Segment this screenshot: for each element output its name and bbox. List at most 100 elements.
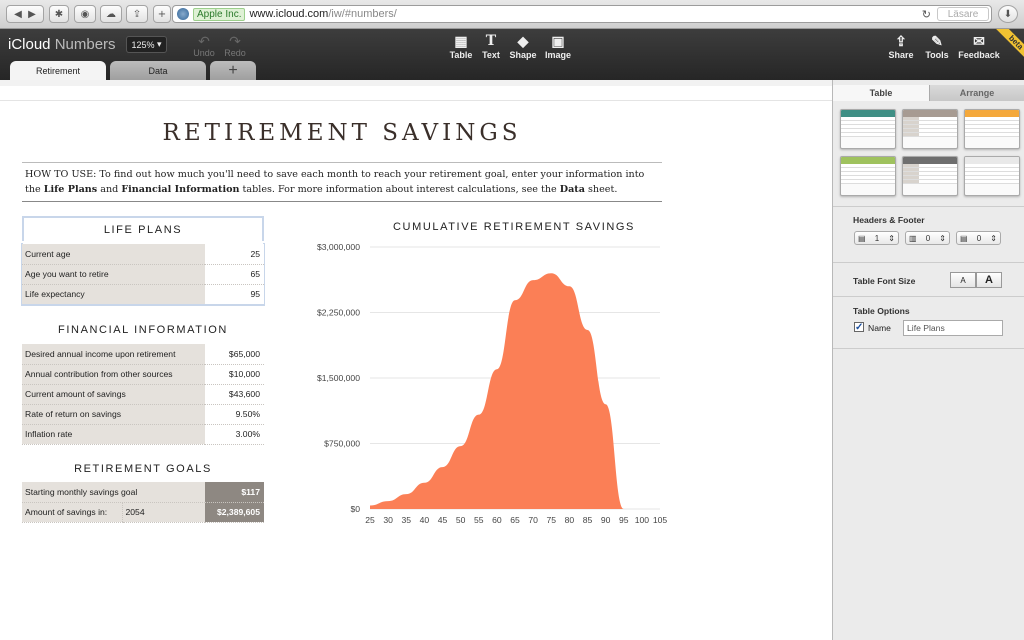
row-label[interactable]: Starting monthly savings goal [22, 482, 205, 503]
history-button[interactable]: ◉ [74, 5, 96, 23]
table-row[interactable]: Rate of return on savings 9.50% [22, 404, 264, 425]
cloud-icon: ☁ [106, 8, 116, 20]
cell-value[interactable]: 3.00% [205, 424, 264, 445]
how-to-text[interactable]: HOW TO USE: To find out how much you'll … [22, 162, 662, 202]
stepper-arrows-icon: ⇕ [888, 233, 895, 243]
new-tab-button[interactable]: + [153, 5, 171, 23]
table-name-input[interactable] [903, 320, 1003, 336]
reader-button[interactable]: Läsare [937, 7, 989, 21]
style-header [841, 157, 895, 164]
tools-label: Tools [925, 50, 949, 60]
footer-rows-stepper[interactable]: ▤ 0 ⇕ [956, 231, 1001, 245]
row-label[interactable]: Inflation rate [22, 424, 205, 445]
financial-info-title[interactable]: FINANCIAL INFORMATION [22, 324, 264, 336]
cell-value[interactable]: $2,389,605 [205, 502, 264, 523]
forward-icon[interactable]: ▶ [28, 9, 36, 20]
style-row [903, 133, 957, 137]
table-style-swatch[interactable] [902, 156, 958, 196]
howto-bold: Financial Information [121, 184, 240, 195]
cell-value[interactable]: $65,000 [205, 344, 264, 365]
tools-button[interactable]: ✎ Tools [923, 33, 951, 60]
header-columns-stepper[interactable]: ▥ 0 ⇕ [905, 231, 950, 245]
cell-value[interactable]: 65 [205, 264, 264, 285]
cloud-button[interactable]: ☁ [100, 5, 122, 23]
row-label[interactable]: Desired annual income upon retirement [22, 344, 205, 365]
table-style-swatch[interactable] [964, 156, 1020, 196]
table-row[interactable]: Life expectancy 95 [22, 284, 264, 304]
back-forward-buttons[interactable]: ◀ ▶ [6, 5, 44, 23]
decrease-font-button[interactable]: A [950, 272, 976, 288]
header-rows-stepper[interactable]: ▤ 1 ⇕ [854, 231, 899, 245]
tab-retirement[interactable]: Retirement [10, 61, 106, 80]
row-label[interactable]: Rate of return on savings [22, 404, 205, 425]
chart-title[interactable]: CUMULATIVE RETIREMENT SAVINGS [380, 221, 648, 233]
share-icon: ⇪ [132, 8, 142, 20]
insert-table-button[interactable]: ▦ Table [448, 33, 474, 60]
cell-value[interactable]: $43,600 [205, 384, 264, 405]
table-style-swatch[interactable] [964, 109, 1020, 149]
increase-font-button[interactable]: A [976, 272, 1002, 288]
zoom-select[interactable]: 125% ▾ [126, 36, 167, 53]
cell-value[interactable]: $10,000 [205, 364, 264, 385]
undo-button[interactable]: ↶ Undo [189, 34, 219, 58]
cell-value[interactable]: 9.50% [205, 404, 264, 425]
add-sheet-button[interactable]: + [210, 61, 256, 80]
stepper-arrows-icon: ⇕ [939, 233, 946, 243]
x-tick-label: 70 [528, 515, 538, 525]
name-checkbox[interactable]: ✓ [854, 322, 864, 333]
insert-shape-button[interactable]: ◆ Shape [508, 33, 538, 60]
image-icon: ▣ [551, 33, 565, 49]
table-row[interactable]: Age you want to retire 65 [22, 264, 264, 285]
cell-value[interactable]: 25 [205, 244, 264, 265]
style-header [841, 110, 895, 117]
retirement-goals-title[interactable]: RETIREMENT GOALS [22, 463, 264, 475]
tab-data[interactable]: Data [110, 61, 206, 80]
life-plans-table[interactable]: Current age 25 Age you want to retire 65 L… [22, 244, 264, 304]
financial-info-table[interactable]: Desired annual income upon retirement $65… [22, 344, 264, 445]
table-row[interactable]: Amount of savings in: 2054 $2,389,605 [22, 502, 264, 523]
table-row[interactable]: Desired annual income upon retirement $65… [22, 344, 264, 365]
table-row[interactable]: Current amount of savings $43,600 [22, 384, 264, 405]
table-style-swatch[interactable] [840, 156, 896, 196]
retirement-goals-table[interactable]: Starting monthly savings goal $117 Amount… [22, 482, 264, 523]
table-row[interactable]: Current age 25 [22, 244, 264, 265]
insert-text-button[interactable]: T Text [479, 33, 503, 60]
history-icon: ◉ [80, 8, 90, 20]
cell-value[interactable]: $117 [205, 482, 264, 503]
bookmarks-button[interactable]: ✱ [49, 5, 69, 23]
row-label[interactable]: Amount of savings in: [22, 502, 122, 523]
sheet-canvas[interactable]: RETIREMENT SAVINGS HOW TO USE: To find o… [0, 80, 832, 640]
page-title[interactable]: RETIREMENT SAVINGS [22, 120, 662, 146]
share-page-button[interactable]: ⇪ [126, 5, 148, 23]
row-label[interactable]: Annual contribution from other sources [22, 364, 205, 385]
cell-year[interactable]: 2054 [121, 502, 205, 523]
row-label[interactable]: Life expectancy [22, 284, 205, 304]
ev-certificate-badge[interactable]: Apple Inc. [193, 7, 246, 21]
table-row[interactable]: Starting monthly savings goal $117 [22, 482, 264, 503]
redo-icon: ↷ [229, 33, 241, 49]
x-tick-label: 60 [492, 515, 502, 525]
table-icon: ▦ [454, 33, 468, 49]
divider [833, 206, 1024, 207]
tab-table[interactable]: Table [833, 85, 929, 101]
row-label[interactable]: Current amount of savings [22, 384, 205, 405]
insert-image-button[interactable]: ▣ Image [543, 33, 573, 60]
table-row[interactable]: Annual contribution from other sources $1… [22, 364, 264, 385]
address-bar[interactable]: Apple Inc. www.icloud.com/iw/#numbers/ ↻… [172, 5, 992, 23]
reload-icon[interactable]: ↻ [922, 8, 931, 21]
life-plans-title[interactable]: LIFE PLANS [22, 216, 264, 241]
tab-arrange[interactable]: Arrange [929, 85, 1024, 101]
downloads-button[interactable]: ⬇ [998, 5, 1018, 23]
shape-tool-label: Shape [509, 50, 537, 60]
row-label[interactable]: Current age [22, 244, 205, 265]
table-style-swatch[interactable] [840, 109, 896, 149]
row-label[interactable]: Age you want to retire [22, 264, 205, 285]
app-title: iCloud Numbers [8, 36, 116, 53]
cell-value[interactable]: 95 [205, 284, 264, 304]
back-icon[interactable]: ◀ [14, 9, 22, 20]
table-row[interactable]: Inflation rate 3.00% [22, 424, 264, 445]
table-style-swatch[interactable] [902, 109, 958, 149]
savings-chart[interactable]: $0 $750,000 $1,500,000 $2,250,000 $3,000,000… [300, 236, 670, 536]
share-button[interactable]: ⇪ Share [887, 33, 915, 60]
redo-button[interactable]: ↷ Redo [220, 34, 250, 58]
